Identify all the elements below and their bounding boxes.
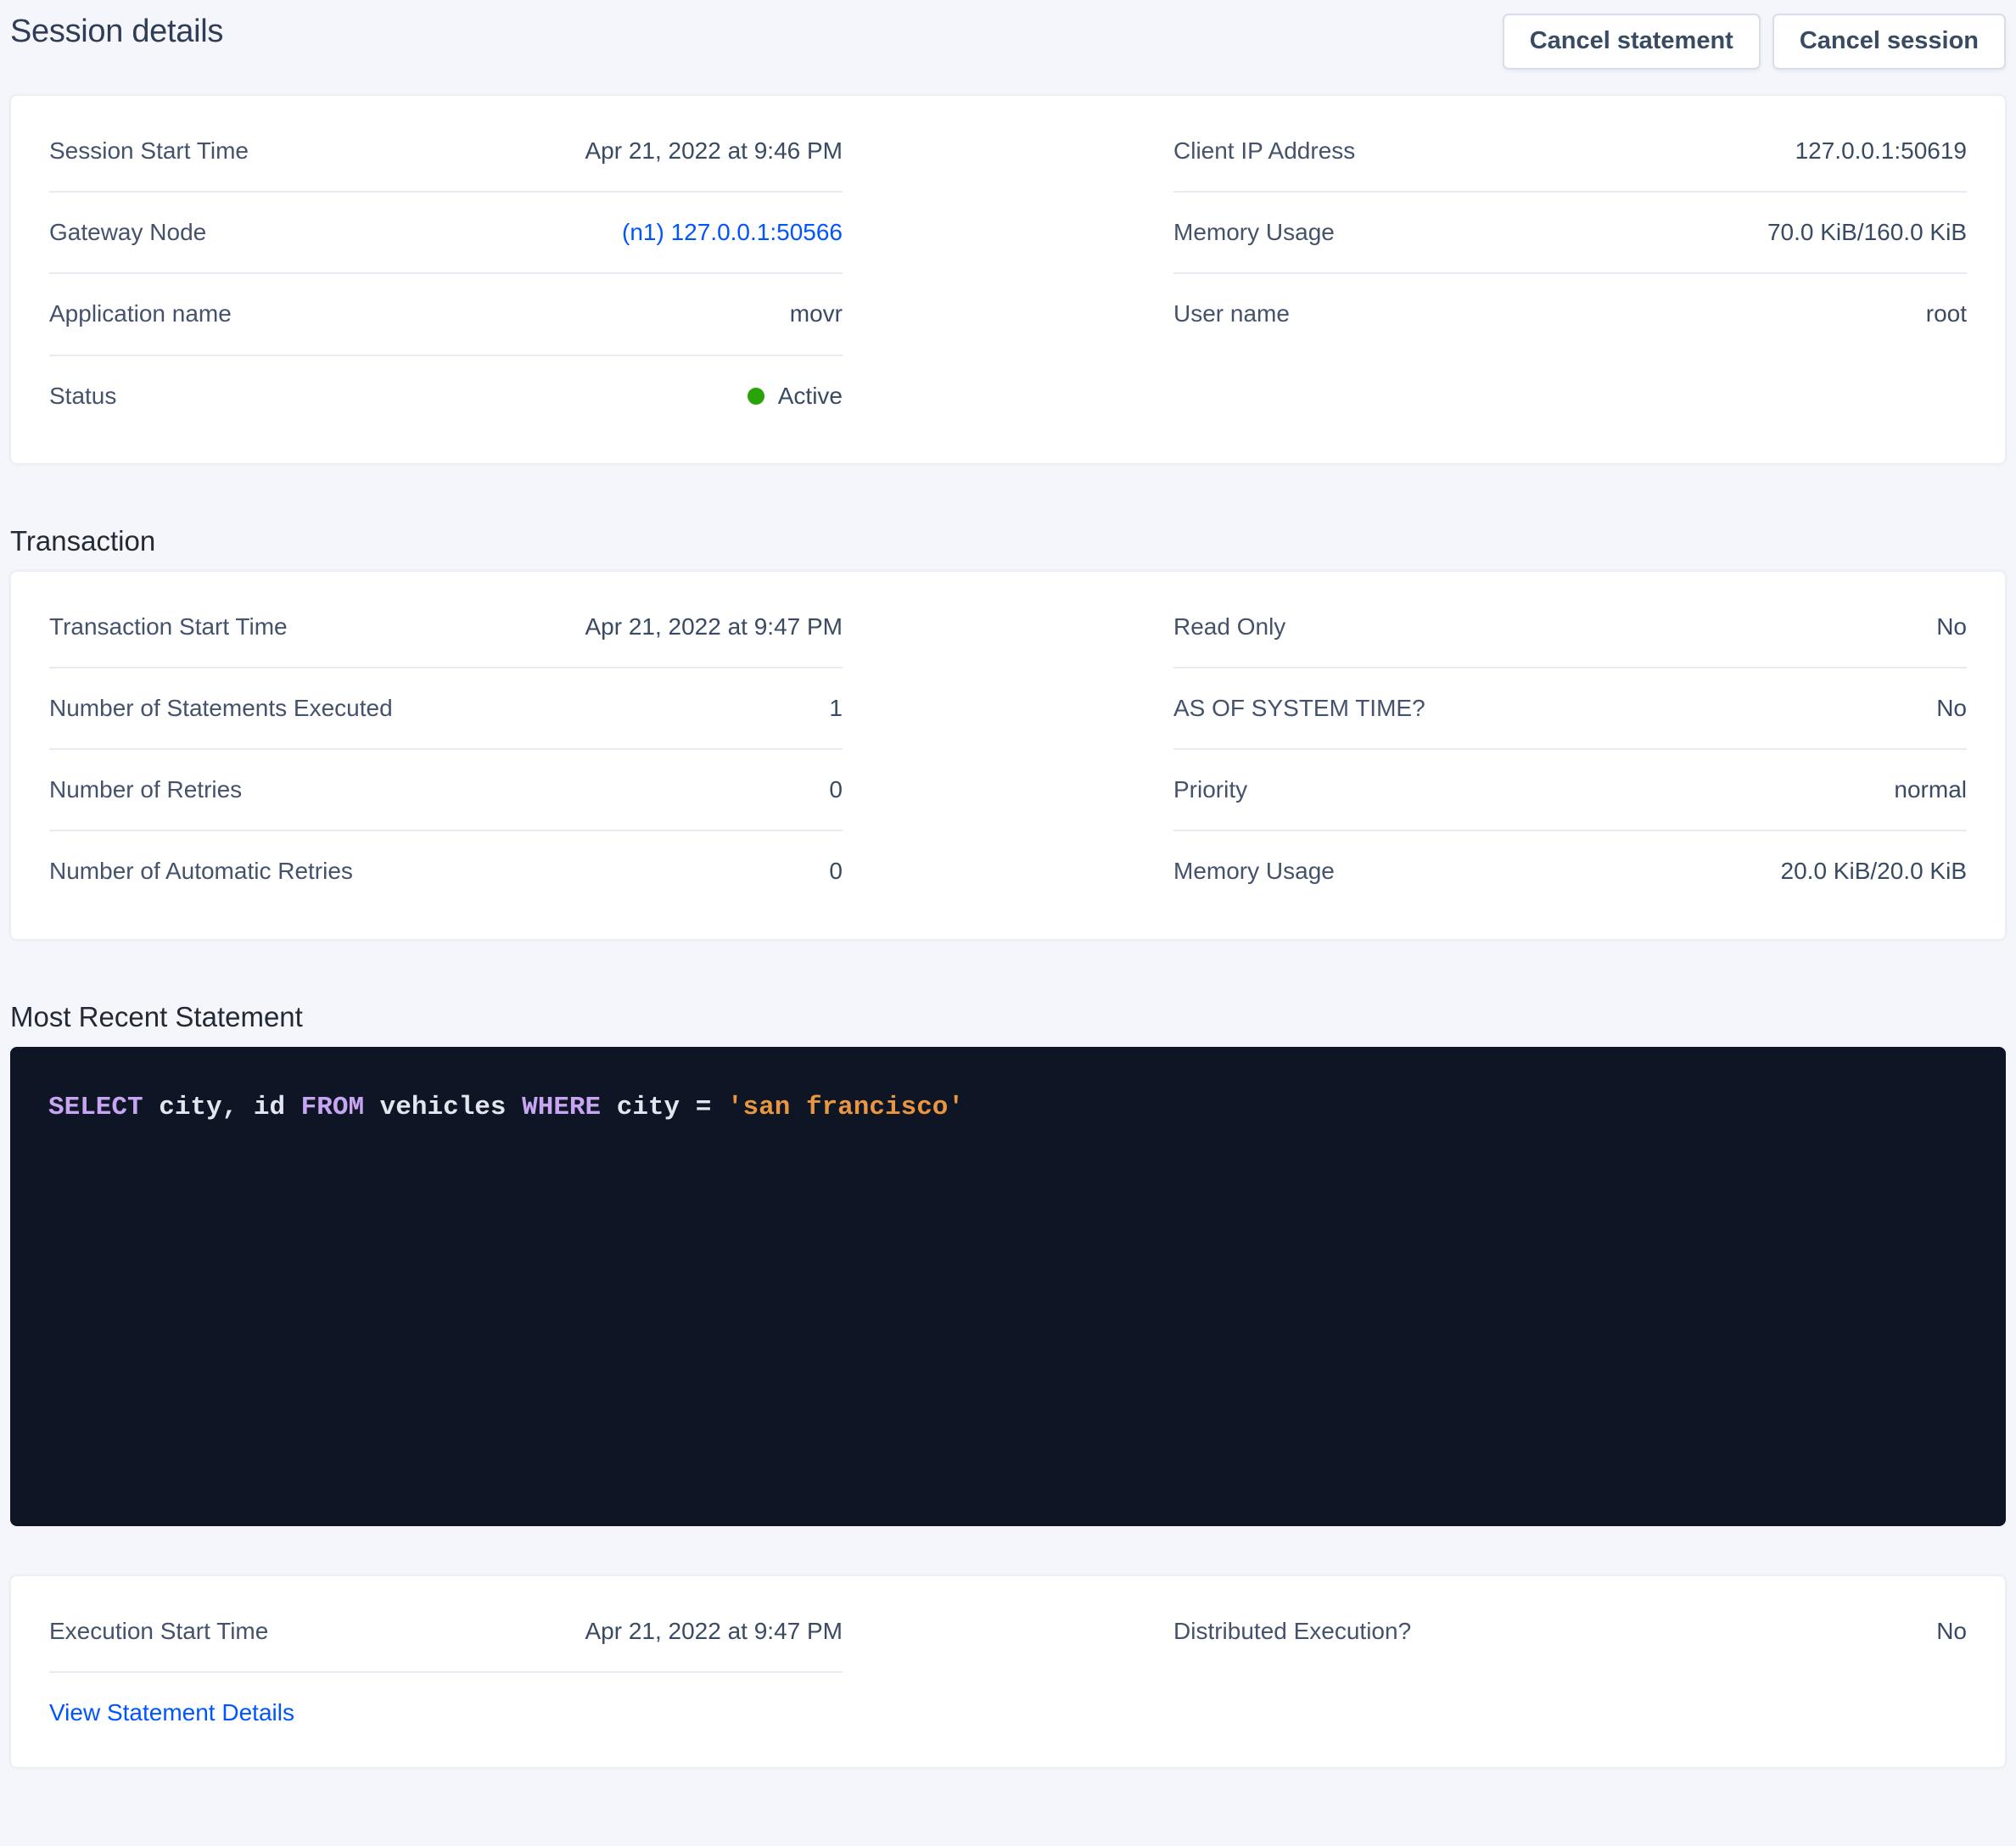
session-summary-card: Session Start Time Apr 21, 2022 at 9:46 … bbox=[10, 95, 2006, 464]
view-statement-details-link[interactable]: View Statement Details bbox=[49, 1699, 294, 1726]
sql-string-literal: 'san francisco' bbox=[727, 1093, 964, 1122]
view-statement-details-row: View Statement Details bbox=[49, 1673, 843, 1740]
retries-row: Number of Retries 0 bbox=[49, 750, 843, 831]
sql-text: vehicles bbox=[364, 1093, 522, 1122]
cancel-statement-button[interactable]: Cancel statement bbox=[1503, 14, 1761, 70]
page-title: Session details bbox=[10, 14, 223, 50]
row-label: Gateway Node bbox=[49, 219, 206, 246]
row-value: Apr 21, 2022 at 9:47 PM bbox=[585, 613, 843, 641]
status-text: Active bbox=[778, 383, 843, 410]
sql-text: city, id bbox=[143, 1093, 301, 1122]
row-value: No bbox=[1936, 695, 1967, 722]
session-start-time-row: Session Start Time Apr 21, 2022 at 9:46 … bbox=[49, 111, 843, 193]
row-label: Number of Statements Executed bbox=[49, 695, 393, 722]
transaction-left-column: Transaction Start Time Apr 21, 2022 at 9… bbox=[49, 587, 843, 912]
row-label: Application name bbox=[49, 300, 232, 327]
row-label: Read Only bbox=[1173, 613, 1285, 641]
session-details-page: Session details Cancel statement Cancel … bbox=[0, 0, 2016, 1768]
sql-statement-box: SELECT city, id FROM vehicles WHERE city… bbox=[10, 1047, 2006, 1526]
row-label: AS OF SYSTEM TIME? bbox=[1173, 695, 1425, 722]
row-value: normal bbox=[1894, 776, 1967, 803]
cancel-session-button[interactable]: Cancel session bbox=[1772, 14, 2006, 70]
row-label: Client IP Address bbox=[1173, 137, 1355, 165]
row-value: root bbox=[1926, 300, 1967, 327]
transaction-start-time-row: Transaction Start Time Apr 21, 2022 at 9… bbox=[49, 587, 843, 668]
page-header: Session details Cancel statement Cancel … bbox=[10, 0, 2006, 81]
row-label: Number of Automatic Retries bbox=[49, 858, 353, 885]
row-value: Apr 21, 2022 at 9:46 PM bbox=[585, 137, 843, 165]
row-value: movr bbox=[790, 300, 843, 327]
row-label: Memory Usage bbox=[1173, 858, 1335, 885]
row-value: 20.0 KiB/20.0 KiB bbox=[1781, 858, 1967, 885]
sql-keyword: SELECT bbox=[48, 1093, 143, 1122]
execution-left-column: Execution Start Time Apr 21, 2022 at 9:4… bbox=[49, 1591, 843, 1740]
row-label: Execution Start Time bbox=[49, 1618, 268, 1645]
read-only-row: Read Only No bbox=[1173, 587, 1967, 668]
row-value: 0 bbox=[829, 858, 843, 885]
row-label: Status bbox=[49, 383, 116, 410]
session-summary-left-column: Session Start Time Apr 21, 2022 at 9:46 … bbox=[49, 111, 843, 436]
row-label: Number of Retries bbox=[49, 776, 242, 803]
sql-text: city = bbox=[601, 1093, 727, 1122]
transaction-card: Transaction Start Time Apr 21, 2022 at 9… bbox=[10, 571, 2006, 940]
row-value: No bbox=[1936, 1618, 1967, 1645]
row-label: Session Start Time bbox=[49, 137, 249, 165]
row-value: 127.0.0.1:50619 bbox=[1795, 137, 1967, 165]
gateway-node-row: Gateway Node (n1) 127.0.0.1:50566 bbox=[49, 193, 843, 274]
row-value: 70.0 KiB/160.0 KiB bbox=[1767, 219, 1967, 246]
row-value: 0 bbox=[829, 776, 843, 803]
application-name-row: Application name movr bbox=[49, 274, 843, 355]
status-row: Status Active bbox=[49, 356, 843, 436]
row-label: User name bbox=[1173, 300, 1290, 327]
transaction-memory-usage-row: Memory Usage 20.0 KiB/20.0 KiB bbox=[1173, 831, 1967, 911]
row-label: Distributed Execution? bbox=[1173, 1618, 1411, 1645]
row-label: Memory Usage bbox=[1173, 219, 1335, 246]
execution-start-time-row: Execution Start Time Apr 21, 2022 at 9:4… bbox=[49, 1591, 843, 1673]
row-label: Transaction Start Time bbox=[49, 613, 288, 641]
session-status-badge: Active bbox=[748, 383, 843, 410]
execution-right-column: Distributed Execution? No bbox=[1173, 1591, 1967, 1740]
automatic-retries-row: Number of Automatic Retries 0 bbox=[49, 831, 843, 911]
row-value: Apr 21, 2022 at 9:47 PM bbox=[585, 1618, 843, 1645]
gateway-node-link[interactable]: (n1) 127.0.0.1:50566 bbox=[622, 219, 843, 246]
row-label: Priority bbox=[1173, 776, 1247, 803]
sql-statement: SELECT city, id FROM vehicles WHERE city… bbox=[48, 1091, 1968, 1125]
client-ip-row: Client IP Address 127.0.0.1:50619 bbox=[1173, 111, 1967, 193]
session-memory-usage-row: Memory Usage 70.0 KiB/160.0 KiB bbox=[1173, 193, 1967, 274]
as-of-system-time-row: AS OF SYSTEM TIME? No bbox=[1173, 668, 1967, 750]
transaction-right-column: Read Only No AS OF SYSTEM TIME? No Prior… bbox=[1173, 587, 1967, 912]
sql-keyword: WHERE bbox=[522, 1093, 601, 1122]
session-summary-right-column: Client IP Address 127.0.0.1:50619 Memory… bbox=[1173, 111, 1967, 436]
user-name-row: User name root bbox=[1173, 274, 1967, 354]
row-value: 1 bbox=[829, 695, 843, 722]
header-actions: Cancel statement Cancel session bbox=[1503, 14, 2006, 70]
distributed-execution-row: Distributed Execution? No bbox=[1173, 1591, 1967, 1671]
sql-keyword: FROM bbox=[301, 1093, 364, 1122]
priority-row: Priority normal bbox=[1173, 750, 1967, 831]
row-value: No bbox=[1936, 613, 1967, 641]
statement-section-heading: Most Recent Statement bbox=[10, 1001, 2006, 1033]
transaction-section-heading: Transaction bbox=[10, 525, 2006, 557]
active-status-dot-icon bbox=[748, 388, 764, 405]
execution-card: Execution Start Time Apr 21, 2022 at 9:4… bbox=[10, 1575, 2006, 1768]
statements-executed-row: Number of Statements Executed 1 bbox=[49, 668, 843, 750]
